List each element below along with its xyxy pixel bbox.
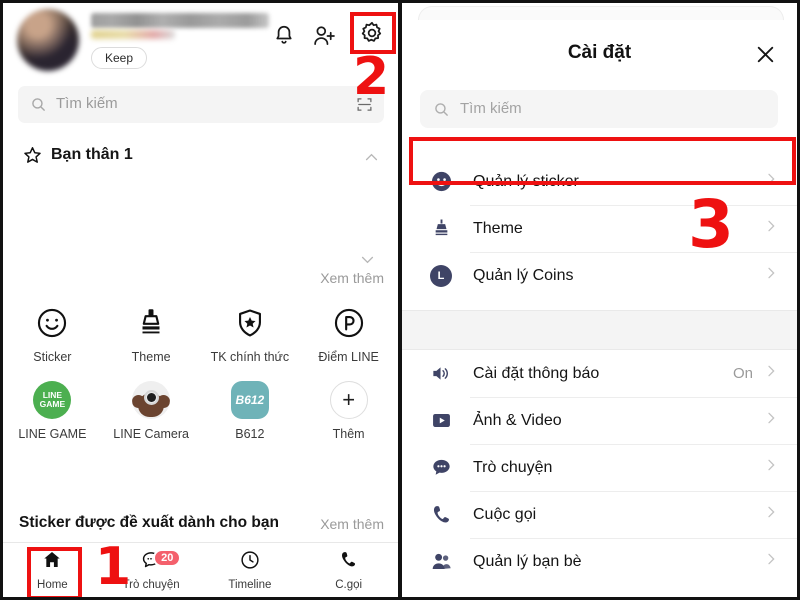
- app-label: TK chính thức: [210, 350, 290, 364]
- annotation-box-manage-sticker: [409, 137, 796, 185]
- profile-name-redacted: [91, 13, 269, 28]
- app-shortcut-line-game[interactable]: LINE GAME LINE GAME: [3, 380, 102, 443]
- nav-label: Timeline: [228, 579, 272, 591]
- chevron-right-icon: [763, 363, 779, 384]
- app-label: Sticker: [33, 350, 72, 364]
- chat-unread-badge: 20: [153, 549, 182, 567]
- b612-badge: B612: [230, 380, 269, 419]
- settings-label: Quản lý Coins: [473, 266, 574, 284]
- plus-icon: +: [329, 380, 369, 420]
- see-more-friends-link[interactable]: Xem thêm: [320, 270, 384, 286]
- nav-tab-timeline[interactable]: Timeline: [201, 543, 300, 597]
- coins-l-icon: L: [429, 264, 453, 288]
- app-shortcut-more[interactable]: + Thêm: [299, 380, 398, 443]
- search-placeholder: Tìm kiếm: [460, 100, 522, 117]
- settings-label: Ảnh & Video: [473, 411, 562, 429]
- settings-screen: Cài đặt Tìm kiếm Quản lý sticker Theme L…: [402, 0, 800, 600]
- video-icon: [429, 409, 453, 433]
- smiley-icon: [32, 303, 72, 343]
- page-title: Cài đặt: [567, 42, 632, 63]
- chevron-right-icon: [763, 265, 779, 286]
- settings-label: Quản lý bạn bè: [473, 552, 582, 570]
- settings-label: Cài đặt thông báo: [473, 364, 600, 382]
- keep-button[interactable]: Keep: [91, 47, 148, 69]
- favorites-label: Bạn thân 1: [51, 146, 133, 163]
- point-p-icon: [329, 303, 369, 343]
- chevron-right-icon: [763, 457, 779, 478]
- settings-row-calls[interactable]: Cuộc gọi: [402, 491, 797, 538]
- line-game-icon: LINE GAME: [32, 380, 72, 420]
- brush-icon: [131, 303, 171, 343]
- chevron-right-icon: [763, 551, 779, 572]
- chat-bubble-icon: [429, 456, 453, 480]
- speaker-icon: [429, 362, 453, 386]
- settings-row-chats[interactable]: Trò chuyện: [402, 444, 797, 491]
- settings-label: Cuộc gọi: [473, 505, 537, 523]
- annotation-number-3: 3: [688, 186, 734, 263]
- app-label: B612: [235, 426, 265, 441]
- line-home-screen: Keep Tìm kiếm Bạn thân 1 Xem thêm Sticke…: [0, 0, 398, 600]
- settings-value: On: [732, 365, 753, 382]
- app-shortcut-line-camera[interactable]: LINE Camera: [102, 380, 201, 443]
- friends-icon: [429, 550, 453, 574]
- app-shortcut-grid: Sticker Theme TK chính thức Điểm LINE LI…: [3, 303, 398, 442]
- profile-header[interactable]: Keep: [3, 3, 398, 77]
- app-shortcut-b612[interactable]: B612 B612: [201, 380, 300, 443]
- star-icon: [22, 145, 43, 171]
- app-label: LINE GAME: [18, 426, 87, 441]
- bell-icon[interactable]: [271, 23, 301, 53]
- profile-status-redacted: [91, 30, 175, 39]
- favorites-section-header[interactable]: Bạn thân 1: [3, 135, 398, 179]
- annotation-number-2: 2: [353, 47, 390, 107]
- sticker-see-more-link[interactable]: Xem thêm: [320, 516, 384, 532]
- app-label: Thêm: [332, 426, 365, 441]
- settings-row-manage-coins[interactable]: L Quản lý Coins: [402, 252, 797, 299]
- settings-row-photo-video[interactable]: Ảnh & Video: [402, 397, 797, 444]
- app-shortcut-official-account[interactable]: TK chính thức: [201, 303, 300, 366]
- phone-icon: [429, 503, 453, 527]
- chevron-right-icon: [763, 410, 779, 431]
- chevron-right-icon: [763, 504, 779, 525]
- settings-sheet: Cài đặt Tìm kiếm Quản lý sticker Theme L…: [402, 20, 797, 597]
- settings-row-notifications[interactable]: Cài đặt thông báo On: [402, 350, 797, 397]
- line-game-badge: LINE GAME: [33, 380, 72, 419]
- search-icon: [433, 101, 450, 123]
- chevron-up-icon[interactable]: [363, 149, 380, 171]
- search-icon: [30, 96, 47, 118]
- settings-row-manage-friends[interactable]: Quản lý bạn bè: [402, 538, 797, 585]
- close-icon[interactable]: [753, 42, 779, 68]
- settings-group-preferences: Cài đặt thông báo On Ảnh & Video Trò chu…: [402, 350, 797, 585]
- line-camera-icon: [131, 380, 171, 420]
- app-label: Điểm LINE: [318, 350, 379, 364]
- settings-group-separator: [402, 310, 797, 350]
- annotation-number-1: 1: [95, 537, 132, 597]
- panel-divider: [398, 0, 402, 600]
- search-placeholder: Tìm kiếm: [56, 95, 118, 112]
- nav-tab-calls[interactable]: C.gọi: [299, 543, 398, 597]
- settings-label: Trò chuyện: [473, 458, 553, 476]
- sticker-recommend-section: Sticker được đề xuất dành cho bạn Xem th…: [3, 507, 398, 541]
- app-shortcut-sticker[interactable]: Sticker: [3, 303, 102, 366]
- avatar[interactable]: [17, 9, 79, 71]
- app-shortcut-theme[interactable]: Theme: [102, 303, 201, 366]
- b612-icon: B612: [230, 380, 270, 420]
- brush-icon: [429, 217, 453, 241]
- settings-label: Theme: [473, 219, 523, 237]
- app-label: LINE Camera: [113, 426, 189, 441]
- chevron-right-icon: [763, 218, 779, 239]
- screenshot-root: Keep Tìm kiếm Bạn thân 1 Xem thêm Sticke…: [0, 0, 800, 600]
- add-friend-icon[interactable]: [311, 23, 341, 53]
- annotation-box-home: [27, 547, 82, 597]
- sticker-recommend-title: Sticker được đề xuất dành cho bạn: [19, 514, 279, 531]
- search-input[interactable]: Tìm kiếm: [420, 90, 778, 128]
- search-input[interactable]: Tìm kiếm: [18, 86, 384, 123]
- clock-icon: [239, 549, 261, 576]
- settings-row-theme[interactable]: Theme: [402, 205, 797, 252]
- shield-star-icon: [230, 303, 270, 343]
- phone-icon: [338, 549, 360, 576]
- app-shortcut-line-points[interactable]: Điểm LINE: [299, 303, 398, 366]
- nav-label: C.gọi: [335, 579, 363, 591]
- app-label: Theme: [131, 350, 171, 364]
